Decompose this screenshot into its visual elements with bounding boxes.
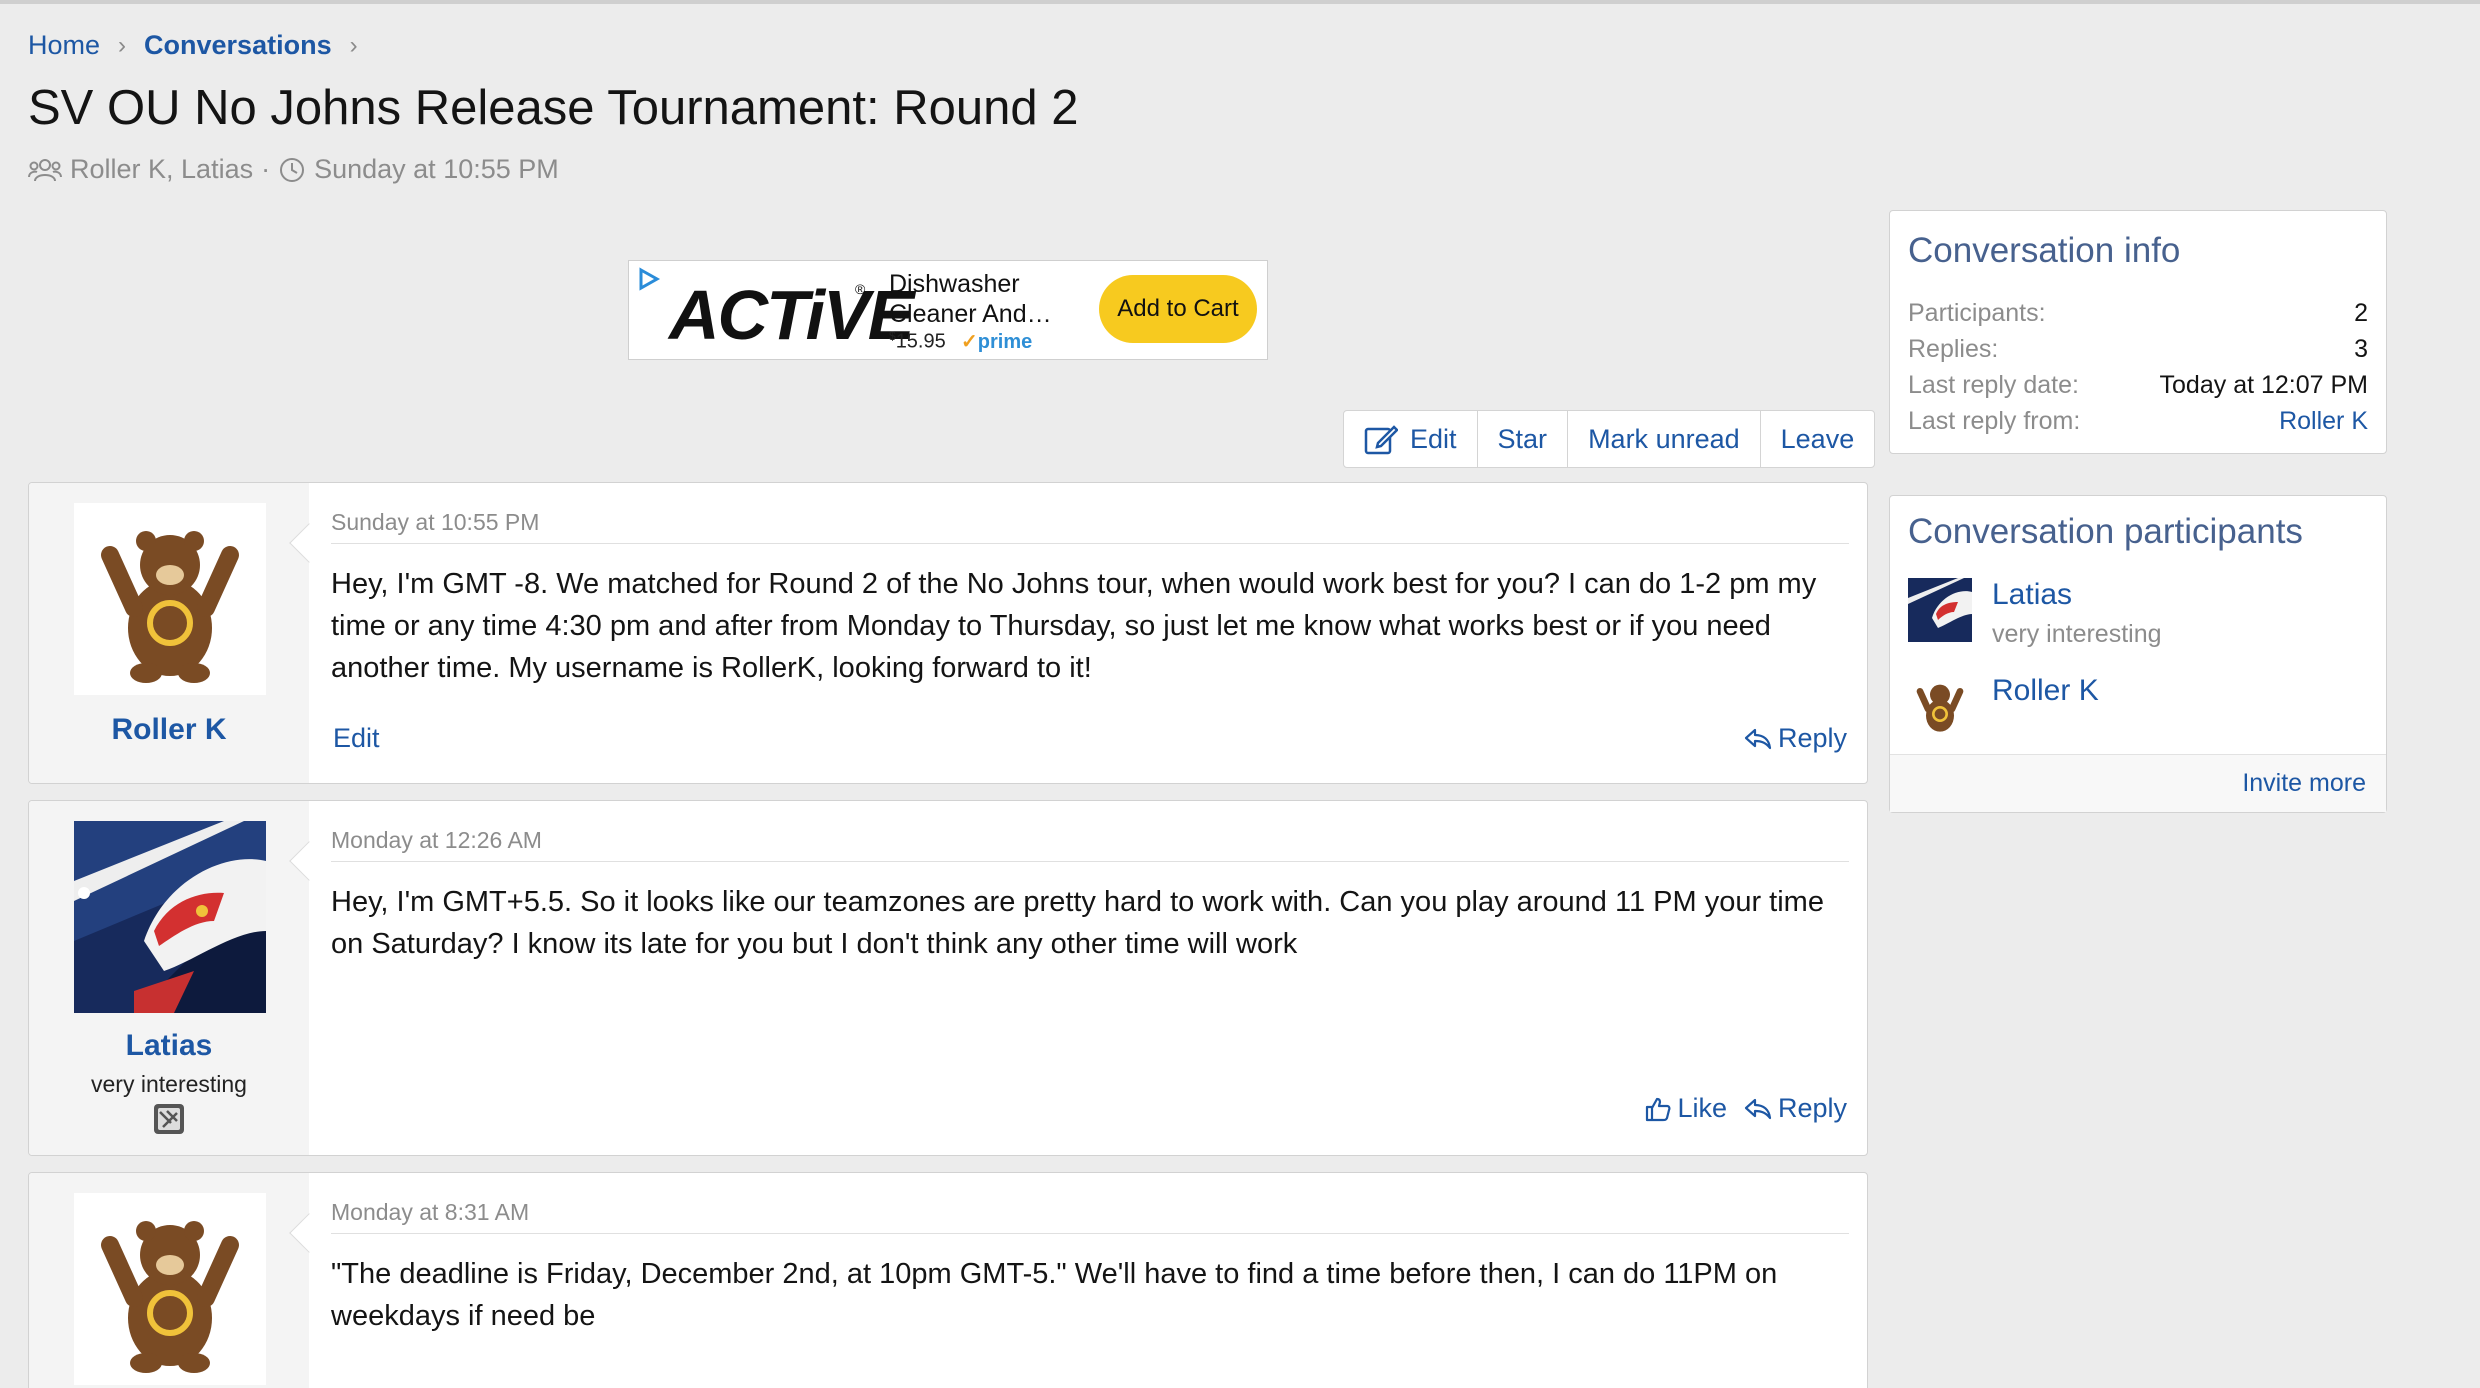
edit-message-link[interactable]: Edit (333, 723, 380, 754)
ad-price: $15.95 (889, 329, 946, 353)
mark-unread-button[interactable]: Mark unread (1568, 411, 1761, 467)
message-date[interactable]: Monday at 12:26 AM (331, 827, 542, 854)
message-body: Hey, I'm GMT -8. We matched for Round 2 … (331, 568, 1817, 684)
message-body: Hey, I'm GMT+5.5. So it looks like our t… (331, 886, 1824, 960)
chevron-right-icon: › (349, 31, 358, 59)
reply-label: Reply (1777, 723, 1847, 753)
message-post: Monday at 8:31 AM "The deadline is Frida… (28, 1172, 1868, 1388)
avatar[interactable] (74, 1193, 266, 1385)
info-value: 2 (2354, 299, 2368, 327)
conversation-meta: Roller K, Latias · Sunday at 10:55 PM (28, 154, 559, 185)
separator-dot: · (261, 154, 271, 184)
message-author[interactable]: Roller K (29, 713, 309, 747)
info-label: Participants: (1908, 299, 2046, 327)
message-body: "The deadline is Friday, December 2nd, a… (331, 1258, 1778, 1332)
participant-title: very interesting (1992, 620, 2162, 648)
user-title: very interesting (91, 1071, 247, 1097)
info-label: Last reply date: (1908, 371, 2079, 399)
like-button[interactable]: Like (1645, 1093, 1727, 1124)
participant-item: Roller K (1908, 674, 2099, 738)
participants-heading: Conversation participants (1908, 512, 2303, 551)
info-label: Last reply from: (1908, 407, 2081, 435)
message-author[interactable]: Latias (29, 1029, 309, 1063)
ursaring-avatar-image (1908, 674, 1972, 738)
star-button[interactable]: Star (1478, 411, 1569, 467)
info-value: 3 (2354, 335, 2368, 363)
message-user-cell (29, 1173, 309, 1388)
ursaring-avatar-image (101, 1221, 239, 1373)
page-title: SV OU No Johns Release Tournament: Round… (28, 81, 1079, 135)
conversation-actions: Edit Star Mark unread Leave (1343, 410, 1876, 468)
like-label: Like (1677, 1093, 1727, 1123)
info-value[interactable]: Today at 12:07 PM (2160, 371, 2368, 400)
info-label: Replies: (1908, 335, 1999, 363)
breadcrumb: Home › Conversations › (28, 30, 376, 61)
info-last-date-row: Last reply date: Today at 12:07 PM (1908, 371, 2368, 400)
clock-icon (280, 157, 305, 182)
last-reply-user-link[interactable]: Roller K (2279, 407, 2368, 436)
info-replies-row: Replies: 3 (1908, 335, 2368, 364)
info-last-from-row: Last reply from: Roller K (1908, 407, 2368, 436)
breadcrumb-home-link[interactable]: Home (28, 30, 100, 61)
message-date[interactable]: Sunday at 10:55 PM (331, 509, 539, 536)
reply-button[interactable]: Reply (1744, 1093, 1847, 1124)
reply-icon (1744, 728, 1772, 749)
latias-avatar-image (1908, 578, 1972, 642)
avatar[interactable] (1908, 578, 1972, 642)
add-to-cart-button[interactable]: Add to Cart (1099, 275, 1257, 343)
reply-label: Reply (1777, 1093, 1847, 1123)
top-border (0, 0, 2480, 4)
avatar[interactable] (74, 821, 266, 1013)
conversation-info-heading: Conversation info (1908, 231, 2181, 270)
latias-avatar-image (74, 821, 266, 1013)
participant-name-link[interactable]: Roller K (1992, 674, 2099, 708)
participant-item: Latias very interesting (1908, 578, 2162, 649)
participant-name-link[interactable]: Latias (1992, 578, 2162, 612)
conversation-participants-panel: Conversation participants Latias very in… (1889, 495, 2387, 813)
message-date[interactable]: Monday at 8:31 AM (331, 1199, 529, 1226)
leave-button[interactable]: Leave (1761, 411, 1875, 467)
edit-icon (1364, 425, 1398, 455)
avatar[interactable] (74, 503, 266, 695)
ad-brand-logo: ACTiVE (669, 276, 914, 354)
message-user-cell: Roller K (29, 483, 309, 783)
participants-names[interactable]: Roller K, Latias (70, 154, 253, 185)
divider (331, 1233, 1849, 1234)
message-post: Latias very interesting Monday at 12:26 … (28, 800, 1868, 1156)
adchoices-icon[interactable] (637, 267, 661, 291)
ad-product-description: Dishwasher Cleaner And… (889, 270, 1052, 328)
edit-button[interactable]: Edit (1344, 411, 1478, 467)
ursaring-avatar-image (101, 531, 239, 683)
info-participants-row: Participants: 2 (1908, 299, 2368, 328)
user-badge-icon (154, 1104, 184, 1134)
participants-footer: Invite more (1890, 754, 2386, 812)
ad-registered-mark: ® (855, 281, 866, 297)
reply-button[interactable]: Reply (1744, 723, 1847, 754)
users-icon (28, 158, 62, 181)
thumbs-up-icon (1646, 1097, 1671, 1121)
message-user-cell: Latias very interesting (29, 801, 309, 1155)
chevron-right-icon: › (118, 31, 127, 59)
breadcrumb-conversations-link[interactable]: Conversations (144, 30, 332, 61)
conversation-info-panel: Conversation info Participants: 2 Replie… (1889, 210, 2387, 454)
avatar[interactable] (1908, 674, 1972, 738)
message-post: Roller K Sunday at 10:55 PM Hey, I'm GMT… (28, 482, 1868, 784)
edit-label: Edit (1410, 423, 1457, 454)
invite-more-link[interactable]: Invite more (2242, 769, 2366, 798)
reply-icon (1744, 1098, 1772, 1119)
advertisement-banner[interactable]: ACTiVE ® Dishwasher Cleaner And… $15.95 … (628, 260, 1268, 360)
divider (331, 543, 1849, 544)
ad-prime-badge: ✓prime (961, 331, 1033, 353)
divider (331, 861, 1849, 862)
conversation-start-date[interactable]: Sunday at 10:55 PM (314, 154, 559, 185)
